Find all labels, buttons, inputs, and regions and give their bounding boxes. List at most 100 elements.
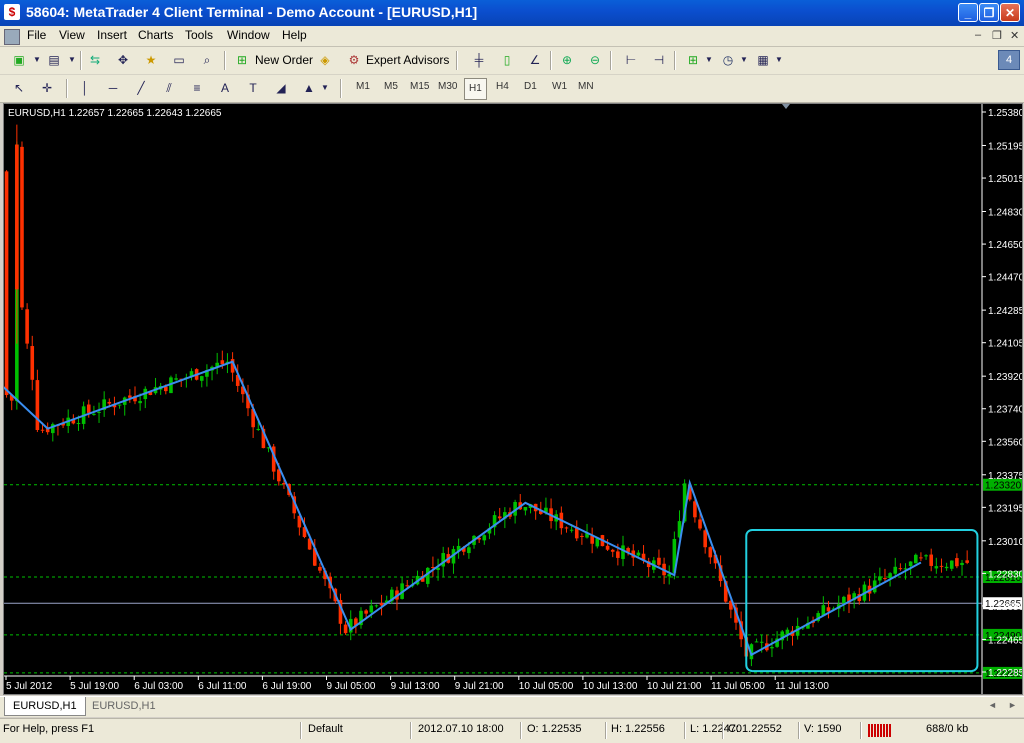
price-tick-label: 1.24650 xyxy=(988,240,1022,251)
timeframe-m30[interactable]: M30 xyxy=(438,81,457,92)
timeframe-w1[interactable]: W1 xyxy=(552,81,567,92)
menu-view[interactable]: View xyxy=(59,28,85,42)
profiles-dropdown-icon[interactable]: ▼ xyxy=(63,52,81,68)
close-button[interactable]: ✕ xyxy=(1000,3,1020,22)
candle-body xyxy=(883,578,887,580)
menu-file[interactable]: File xyxy=(27,28,46,42)
horizontal-line-icon[interactable]: ─ xyxy=(104,80,122,96)
candle-body xyxy=(35,380,40,430)
auto-scroll-icon[interactable]: ⊢ xyxy=(622,52,640,68)
text-label-icon[interactable]: T xyxy=(244,80,262,96)
minimize-button[interactable]: _ xyxy=(958,3,978,22)
tab-eurusd-h1[interactable]: EURUSD,H1 xyxy=(84,697,164,715)
menu-window[interactable]: Window xyxy=(227,28,270,42)
tabs-scroll-left-icon[interactable]: ◄ xyxy=(988,700,997,710)
candle-body xyxy=(888,573,892,579)
new-order-icon[interactable]: ⊞ xyxy=(233,52,251,68)
tab-eurusd-h1-active[interactable]: EURUSD,H1 xyxy=(4,697,86,716)
timeframe-m15[interactable]: M15 xyxy=(410,81,429,92)
metaeditor-icon[interactable]: ◈ xyxy=(316,52,334,68)
candle-body xyxy=(708,547,713,558)
templates-dropdown-icon[interactable]: ▼ xyxy=(770,52,788,68)
timeframe-h1[interactable]: H1 xyxy=(464,78,487,100)
expert-advisors-button[interactable]: Expert Advisors xyxy=(366,53,449,67)
equidistant-channel-icon[interactable]: ⫽ xyxy=(160,80,178,96)
price-tick-label: 1.24830 xyxy=(988,208,1022,219)
notification-badge[interactable]: 4 xyxy=(998,50,1020,70)
candle-body xyxy=(425,567,430,584)
cursor-icon[interactable]: ↖ xyxy=(10,80,28,96)
connection-status-icon[interactable] xyxy=(868,724,892,737)
price-tick-label: 1.23195 xyxy=(988,503,1022,514)
mdi-close-button[interactable]: ✕ xyxy=(1010,29,1019,42)
mdi-restore-button[interactable]: ❐ xyxy=(992,29,1002,42)
new-chart-icon[interactable]: ▣ xyxy=(10,52,28,68)
status-bar: For Help, press F1 Default 2012.07.10 18… xyxy=(0,718,1024,743)
arrows-icon[interactable]: ◢ xyxy=(272,80,290,96)
timeframe-m5[interactable]: M5 xyxy=(384,81,398,92)
indicators-dropdown-icon[interactable]: ▼ xyxy=(700,52,718,68)
trendline-icon[interactable]: ╱ xyxy=(132,80,150,96)
price-tick-label: 1.25015 xyxy=(988,174,1022,185)
tabs-scroll-right-icon[interactable]: ► xyxy=(1008,700,1017,710)
shapes-dropdown-icon[interactable]: ▼ xyxy=(316,80,334,96)
text-tool-icon[interactable]: A xyxy=(216,80,234,96)
zoom-in-icon[interactable]: ⊕ xyxy=(558,52,576,68)
profiles-icon[interactable]: ▤ xyxy=(45,52,63,68)
candle-body xyxy=(965,560,969,563)
expert-advisors-icon[interactable]: ⚙ xyxy=(345,52,363,68)
candle-body xyxy=(4,171,9,396)
time-tick-label: 11 Jul 05:00 xyxy=(711,681,765,692)
terminal-icon[interactable]: ▭ xyxy=(170,52,188,68)
data-window-icon[interactable]: ✥ xyxy=(114,52,132,68)
price-tick-label: 1.22285 xyxy=(988,668,1022,679)
timeframe-mn[interactable]: MN xyxy=(578,81,594,92)
candle-body xyxy=(199,376,204,381)
line-chart-icon[interactable]: ∠ xyxy=(526,52,544,68)
time-tick-label: 9 Jul 21:00 xyxy=(455,681,504,692)
chart-shift-icon[interactable]: ⊣ xyxy=(650,52,668,68)
candle-body xyxy=(497,516,502,519)
mdi-minimize-button[interactable]: – xyxy=(975,29,981,41)
chart-shift-marker xyxy=(782,104,790,109)
navigator-icon[interactable]: ★ xyxy=(142,52,160,68)
strategy-tester-icon[interactable]: ⌕ xyxy=(198,52,216,68)
candle-body xyxy=(318,566,322,571)
document-icon[interactable] xyxy=(4,29,20,45)
symbol-info: EURUSD,H1 1.22657 1.22665 1.22643 1.2266… xyxy=(8,108,222,119)
price-chart[interactable]: 1.233201.228101.224901.222851.22665 1.25… xyxy=(4,104,1022,694)
timeframe-d1[interactable]: D1 xyxy=(524,81,537,92)
candle-body xyxy=(107,401,112,404)
time-tick-label: 5 Jul 19:00 xyxy=(70,681,119,692)
app-icon: $ xyxy=(4,4,20,20)
timeframe-m1[interactable]: M1 xyxy=(356,81,370,92)
candlesticks-icon[interactable]: ▯ xyxy=(498,52,516,68)
timeframe-h4[interactable]: H4 xyxy=(496,81,509,92)
menu-help[interactable]: Help xyxy=(282,28,307,42)
zoom-out-icon[interactable]: ⊖ xyxy=(586,52,604,68)
vertical-line-icon[interactable]: │ xyxy=(76,80,94,96)
menu-tools[interactable]: Tools xyxy=(185,28,213,42)
time-tick-label: 6 Jul 19:00 xyxy=(262,681,311,692)
periods-dropdown-icon[interactable]: ▼ xyxy=(735,52,753,68)
candle-body xyxy=(405,585,410,587)
menu-charts[interactable]: Charts xyxy=(138,28,173,42)
menu-insert[interactable]: Insert xyxy=(97,28,127,42)
candle-body xyxy=(15,144,19,290)
standard-toolbar: ▣ ▼ ▤ ▼ ⇆ ✥ ★ ▭ ⌕ ⊞ New Order ◈ ⚙ Expert… xyxy=(0,47,1024,75)
crosshair-icon[interactable]: ✛ xyxy=(38,80,56,96)
candle-body xyxy=(924,555,928,557)
new-order-button[interactable]: New Order xyxy=(255,53,313,67)
candle-body xyxy=(754,641,759,643)
new-chart-dropdown-icon[interactable]: ▼ xyxy=(28,52,46,68)
bar-chart-icon[interactable]: ╪ xyxy=(470,52,488,68)
candle-body xyxy=(174,378,178,380)
price-tick-label: 1.24285 xyxy=(988,306,1022,317)
restore-button[interactable]: ❐ xyxy=(979,3,999,22)
candle-body xyxy=(821,605,826,616)
market-watch-icon[interactable]: ⇆ xyxy=(86,52,104,68)
bar-open: O: 1.22535 xyxy=(527,723,582,735)
candle-body xyxy=(86,404,91,413)
fibonacci-icon[interactable]: ≡ xyxy=(188,80,206,96)
price-tick-label: 1.22650 xyxy=(988,602,1022,613)
